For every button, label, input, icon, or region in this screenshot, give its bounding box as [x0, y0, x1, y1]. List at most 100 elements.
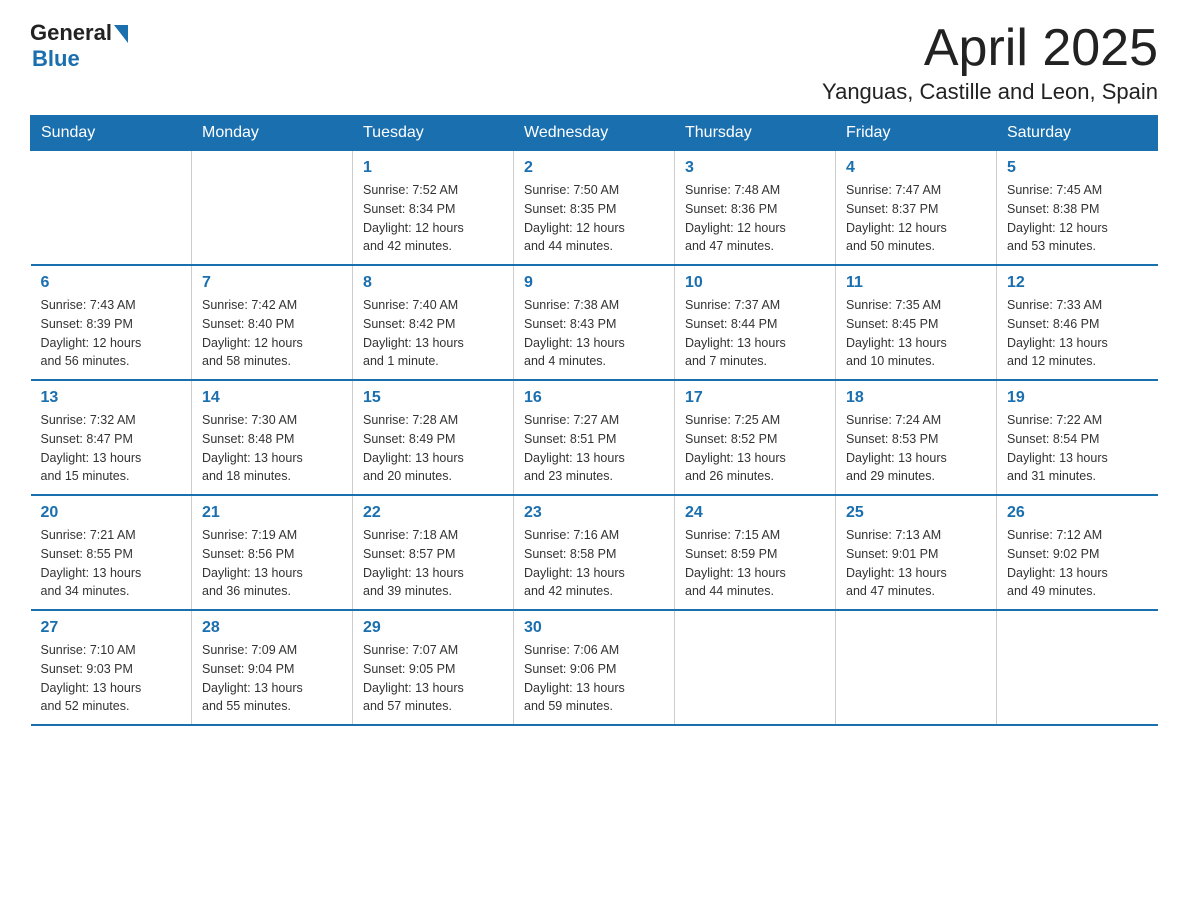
calendar-cell: 8Sunrise: 7:40 AM Sunset: 8:42 PM Daylig… — [353, 265, 514, 380]
day-info: Sunrise: 7:19 AM Sunset: 8:56 PM Dayligh… — [202, 526, 342, 601]
calendar-cell — [192, 151, 353, 266]
day-info: Sunrise: 7:28 AM Sunset: 8:49 PM Dayligh… — [363, 411, 503, 486]
calendar-table: SundayMondayTuesdayWednesdayThursdayFrid… — [30, 115, 1158, 726]
day-number: 27 — [41, 619, 182, 637]
calendar-cell: 2Sunrise: 7:50 AM Sunset: 8:35 PM Daylig… — [514, 151, 675, 266]
day-info: Sunrise: 7:47 AM Sunset: 8:37 PM Dayligh… — [846, 181, 986, 256]
logo-triangle-icon — [114, 25, 128, 43]
calendar-cell: 21Sunrise: 7:19 AM Sunset: 8:56 PM Dayli… — [192, 495, 353, 610]
calendar-cell — [675, 610, 836, 725]
day-number: 14 — [202, 389, 342, 407]
calendar-cell: 12 Sunrise: 7:33 AM Sunset: 8:46 PM Dayli… — [997, 265, 1158, 380]
calendar-cell: 28 Sunrise: 7:09 AM Sunset: 9:04 PM Dayli… — [192, 610, 353, 725]
day-number: 3 — [685, 159, 825, 177]
calendar-cell: 23 Sunrise: 7:16 AM Sunset: 8:58 PM Dayli… — [514, 495, 675, 610]
calendar-cell — [31, 151, 192, 266]
day-number: 18 — [846, 389, 986, 407]
day-number: 6 — [41, 274, 182, 292]
day-number: 26 — [1007, 504, 1148, 522]
day-number: 22 — [363, 504, 503, 522]
day-number: 30 — [524, 619, 664, 637]
day-info: Sunrise: 7:30 AM Sunset: 8:48 PM Dayligh… — [202, 411, 342, 486]
calendar-cell: 22 Sunrise: 7:18 AM Sunset: 8:57 PM Dayli… — [353, 495, 514, 610]
week-row-1: 1Sunrise: 7:52 AM Sunset: 8:34 PM Daylig… — [31, 151, 1158, 266]
week-row-5: 27 Sunrise: 7:10 AM Sunset: 9:03 PM Dayli… — [31, 610, 1158, 725]
day-number: 23 — [524, 504, 664, 522]
day-number: 1 — [363, 159, 503, 177]
day-info: Sunrise: 7:22 AM Sunset: 8:54 PM Dayligh… — [1007, 411, 1148, 486]
week-row-2: 6 Sunrise: 7:43 AM Sunset: 8:39 PM Daylig… — [31, 265, 1158, 380]
calendar-cell: 20 Sunrise: 7:21 AM Sunset: 8:55 PM Dayli… — [31, 495, 192, 610]
day-info: Sunrise: 7:33 AM Sunset: 8:46 PM Dayligh… — [1007, 296, 1148, 371]
calendar-cell: 16Sunrise: 7:27 AM Sunset: 8:51 PM Dayli… — [514, 380, 675, 495]
logo-general: General — [30, 20, 112, 46]
calendar-cell: 10Sunrise: 7:37 AM Sunset: 8:44 PM Dayli… — [675, 265, 836, 380]
day-number: 17 — [685, 389, 825, 407]
header-sunday: Sunday — [31, 116, 192, 151]
header-monday: Monday — [192, 116, 353, 151]
subtitle: Yanguas, Castille and Leon, Spain — [822, 79, 1158, 105]
calendar-header-row: SundayMondayTuesdayWednesdayThursdayFrid… — [31, 116, 1158, 151]
calendar-cell: 27 Sunrise: 7:10 AM Sunset: 9:03 PM Dayli… — [31, 610, 192, 725]
day-number: 11 — [846, 274, 986, 292]
day-info: Sunrise: 7:42 AM Sunset: 8:40 PM Dayligh… — [202, 296, 342, 371]
header-thursday: Thursday — [675, 116, 836, 151]
calendar-cell: 14 Sunrise: 7:30 AM Sunset: 8:48 PM Dayli… — [192, 380, 353, 495]
day-number: 29 — [363, 619, 503, 637]
day-number: 9 — [524, 274, 664, 292]
week-row-4: 20 Sunrise: 7:21 AM Sunset: 8:55 PM Dayli… — [31, 495, 1158, 610]
calendar-cell: 15 Sunrise: 7:28 AM Sunset: 8:49 PM Dayli… — [353, 380, 514, 495]
calendar-cell: 7Sunrise: 7:42 AM Sunset: 8:40 PM Daylig… — [192, 265, 353, 380]
day-info: Sunrise: 7:43 AM Sunset: 8:39 PM Dayligh… — [41, 296, 182, 371]
calendar-cell: 30 Sunrise: 7:06 AM Sunset: 9:06 PM Dayli… — [514, 610, 675, 725]
day-number: 8 — [363, 274, 503, 292]
calendar-cell: 6 Sunrise: 7:43 AM Sunset: 8:39 PM Daylig… — [31, 265, 192, 380]
day-info: Sunrise: 7:32 AM Sunset: 8:47 PM Dayligh… — [41, 411, 182, 486]
calendar-cell: 19 Sunrise: 7:22 AM Sunset: 8:54 PM Dayli… — [997, 380, 1158, 495]
day-info: Sunrise: 7:06 AM Sunset: 9:06 PM Dayligh… — [524, 641, 664, 716]
calendar-cell: 24Sunrise: 7:15 AM Sunset: 8:59 PM Dayli… — [675, 495, 836, 610]
day-info: Sunrise: 7:16 AM Sunset: 8:58 PM Dayligh… — [524, 526, 664, 601]
title-block: April 2025 Yanguas, Castille and Leon, S… — [822, 20, 1158, 105]
day-info: Sunrise: 7:10 AM Sunset: 9:03 PM Dayligh… — [41, 641, 182, 716]
day-number: 24 — [685, 504, 825, 522]
calendar-cell: 18 Sunrise: 7:24 AM Sunset: 8:53 PM Dayli… — [836, 380, 997, 495]
day-number: 20 — [41, 504, 182, 522]
day-info: Sunrise: 7:25 AM Sunset: 8:52 PM Dayligh… — [685, 411, 825, 486]
day-info: Sunrise: 7:24 AM Sunset: 8:53 PM Dayligh… — [846, 411, 986, 486]
day-number: 2 — [524, 159, 664, 177]
calendar-cell: 4 Sunrise: 7:47 AM Sunset: 8:37 PM Daylig… — [836, 151, 997, 266]
day-info: Sunrise: 7:45 AM Sunset: 8:38 PM Dayligh… — [1007, 181, 1148, 256]
header-tuesday: Tuesday — [353, 116, 514, 151]
header-saturday: Saturday — [997, 116, 1158, 151]
day-info: Sunrise: 7:13 AM Sunset: 9:01 PM Dayligh… — [846, 526, 986, 601]
logo-blue: Blue — [32, 46, 128, 72]
day-info: Sunrise: 7:37 AM Sunset: 8:44 PM Dayligh… — [685, 296, 825, 371]
calendar-cell — [836, 610, 997, 725]
day-info: Sunrise: 7:18 AM Sunset: 8:57 PM Dayligh… — [363, 526, 503, 601]
day-number: 4 — [846, 159, 986, 177]
header-wednesday: Wednesday — [514, 116, 675, 151]
day-number: 5 — [1007, 159, 1148, 177]
day-number: 19 — [1007, 389, 1148, 407]
day-number: 15 — [363, 389, 503, 407]
day-number: 12 — [1007, 274, 1148, 292]
week-row-3: 13Sunrise: 7:32 AM Sunset: 8:47 PM Dayli… — [31, 380, 1158, 495]
day-info: Sunrise: 7:07 AM Sunset: 9:05 PM Dayligh… — [363, 641, 503, 716]
day-info: Sunrise: 7:35 AM Sunset: 8:45 PM Dayligh… — [846, 296, 986, 371]
calendar-cell: 1Sunrise: 7:52 AM Sunset: 8:34 PM Daylig… — [353, 151, 514, 266]
calendar-cell: 29 Sunrise: 7:07 AM Sunset: 9:05 PM Dayli… — [353, 610, 514, 725]
day-info: Sunrise: 7:48 AM Sunset: 8:36 PM Dayligh… — [685, 181, 825, 256]
day-info: Sunrise: 7:09 AM Sunset: 9:04 PM Dayligh… — [202, 641, 342, 716]
calendar-cell: 26 Sunrise: 7:12 AM Sunset: 9:02 PM Dayli… — [997, 495, 1158, 610]
day-info: Sunrise: 7:38 AM Sunset: 8:43 PM Dayligh… — [524, 296, 664, 371]
logo: General Blue — [30, 20, 128, 72]
day-number: 28 — [202, 619, 342, 637]
main-title: April 2025 — [822, 20, 1158, 77]
page-header: General Blue April 2025 Yanguas, Castill… — [30, 20, 1158, 105]
calendar-cell: 13Sunrise: 7:32 AM Sunset: 8:47 PM Dayli… — [31, 380, 192, 495]
calendar-cell: 3 Sunrise: 7:48 AM Sunset: 8:36 PM Daylig… — [675, 151, 836, 266]
day-info: Sunrise: 7:12 AM Sunset: 9:02 PM Dayligh… — [1007, 526, 1148, 601]
day-info: Sunrise: 7:21 AM Sunset: 8:55 PM Dayligh… — [41, 526, 182, 601]
calendar-cell: 25Sunrise: 7:13 AM Sunset: 9:01 PM Dayli… — [836, 495, 997, 610]
